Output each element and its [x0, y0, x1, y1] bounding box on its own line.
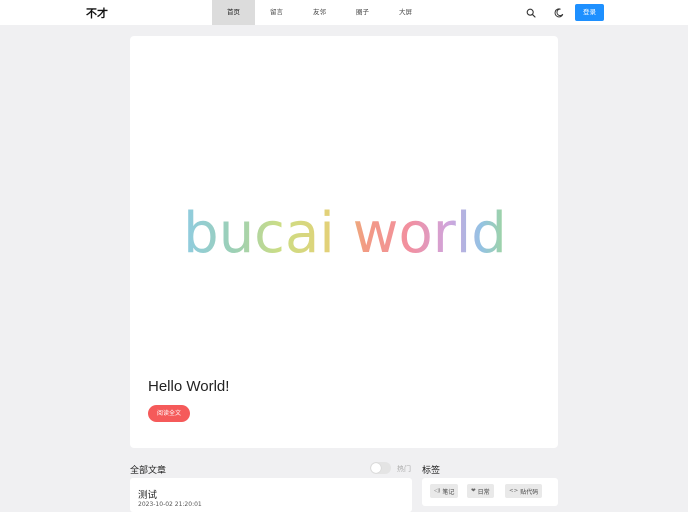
- article-item[interactable]: 测试 2023-10-02 21:20:01: [130, 478, 412, 512]
- speaker-icon: ◁): [434, 488, 441, 494]
- article-date: 2023-10-02 21:20:01: [138, 501, 202, 508]
- featured-post-card[interactable]: bucai world Hello World! 阅读全文: [130, 36, 558, 448]
- heart-icon: ❤: [471, 488, 476, 494]
- nav-item-screen[interactable]: 大屏: [384, 0, 427, 25]
- all-articles-heading: 全部文章: [130, 466, 167, 476]
- tag-label: 日常: [477, 488, 490, 496]
- nav-item-friends[interactable]: 友邻: [298, 0, 341, 25]
- post-title[interactable]: Hello World!: [148, 378, 229, 395]
- tag-label: 笔记: [442, 488, 455, 496]
- login-button[interactable]: 登录: [575, 4, 604, 21]
- moon-icon[interactable]: [552, 6, 565, 19]
- nav-item-circle[interactable]: 圈子: [341, 0, 384, 25]
- tag-label: 贴代码: [520, 488, 539, 496]
- hot-toggle-label: 热门: [397, 465, 411, 473]
- top-navbar: 不才 首页 留言 友邻 圈子 大屏 登录: [0, 0, 688, 25]
- hero-image: bucai world: [183, 201, 507, 266]
- tag-daily[interactable]: ❤ 日常: [467, 484, 494, 498]
- toggle-knob: [371, 463, 381, 473]
- main-nav: 首页 留言 友邻 圈子 大屏: [212, 0, 427, 25]
- search-icon[interactable]: [524, 6, 537, 19]
- hot-toggle[interactable]: [370, 462, 391, 474]
- hero-image-text: bucai world: [183, 201, 507, 266]
- tags-heading: 标签: [422, 466, 441, 476]
- article-title[interactable]: 测试: [138, 487, 157, 501]
- site-logo[interactable]: 不才: [86, 5, 108, 21]
- read-more-button[interactable]: 阅读全文: [148, 405, 190, 422]
- nav-item-guestbook[interactable]: 留言: [255, 0, 298, 25]
- tags-card: ◁) 笔记 ❤ 日常 <> 贴代码: [422, 478, 558, 506]
- code-icon: <>: [509, 488, 519, 494]
- nav-item-home[interactable]: 首页: [212, 0, 255, 25]
- tag-code[interactable]: <> 贴代码: [505, 484, 543, 498]
- tag-notes[interactable]: ◁) 笔记: [430, 484, 459, 498]
